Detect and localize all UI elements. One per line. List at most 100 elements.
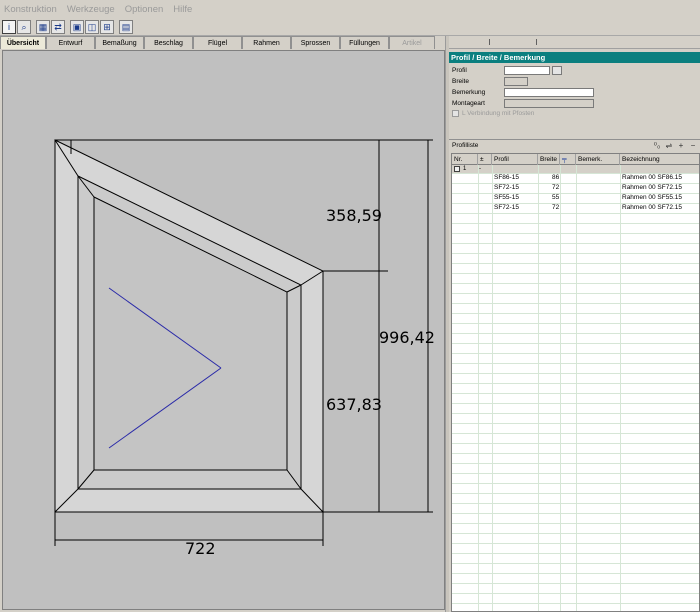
menu-werkzeuge[interactable]: Werkzeuge — [67, 4, 115, 15]
frame-icon[interactable]: ▣ — [70, 20, 84, 34]
table-row[interactable]: SF72-15 72 Rahmen 00 SF72.15 — [452, 204, 699, 214]
application-window: Konstruktion Werkzeuge Optionen Hilfe i … — [0, 0, 700, 612]
row-divider — [452, 233, 699, 234]
row-divider — [452, 393, 699, 394]
row-divider — [452, 383, 699, 384]
row-divider — [452, 463, 699, 464]
cell-breite: 55 — [552, 194, 560, 201]
menu-hilfe[interactable]: Hilfe — [173, 4, 192, 15]
cell-profil: SF72-15 — [494, 204, 519, 211]
row-divider — [452, 553, 699, 554]
menu-konstruktion[interactable]: Konstruktion — [4, 4, 57, 15]
col-profil[interactable]: Profil — [492, 154, 538, 165]
tab-uebersicht[interactable]: Übersicht — [0, 36, 46, 49]
row-divider — [452, 433, 699, 434]
row-divider — [452, 563, 699, 564]
tab-artikel: Artikel — [389, 36, 435, 49]
row-divider — [452, 323, 699, 324]
save-icon[interactable]: ▤ — [119, 20, 133, 34]
col-sign[interactable]: ± — [478, 154, 492, 165]
row-divider — [452, 453, 699, 454]
pfosten-checkbox-label: L Verbindung mit Pfosten — [462, 110, 535, 117]
tab-entwurf[interactable]: Entwurf — [46, 36, 95, 49]
group-sign: - — [479, 166, 481, 172]
row-divider — [452, 503, 699, 504]
row-divider — [452, 333, 699, 334]
row-divider — [452, 403, 699, 404]
col-nr[interactable]: Nr. — [452, 154, 478, 165]
tab-rahmen[interactable]: Rahmen — [242, 36, 291, 49]
row-divider — [452, 273, 699, 274]
row-divider — [452, 353, 699, 354]
row-divider — [452, 223, 699, 224]
col-bemerkung[interactable]: Bemerk. — [576, 154, 620, 165]
expand-icon[interactable] — [454, 166, 460, 172]
breite-label: Breite — [452, 78, 469, 85]
row-divider — [452, 533, 699, 534]
group-nr: 1 — [463, 166, 467, 172]
menu-bar: Konstruktion Werkzeuge Optionen Hilfe — [0, 0, 700, 19]
tab-fluegel[interactable]: Flügel — [193, 36, 242, 49]
dim-lower-label: 637,83 — [326, 395, 382, 414]
row-divider — [452, 423, 699, 424]
row-divider — [452, 543, 699, 544]
cell-profil: SF86-15 — [494, 174, 519, 181]
checkbox-box[interactable] — [452, 110, 459, 117]
tab-beschlag[interactable]: Beschlag — [144, 36, 193, 49]
row-divider — [452, 243, 699, 244]
panel-title: Profil / Breite / Bemerkung — [449, 52, 700, 63]
row-divider — [452, 493, 699, 494]
profil-label: Profil — [452, 67, 467, 74]
tab-fuellungen[interactable]: Füllungen — [340, 36, 389, 49]
cell-bezeichnung: Rahmen 00 SF55.15 — [622, 194, 682, 201]
row-divider — [452, 303, 699, 304]
menu-optionen[interactable]: Optionen — [125, 4, 164, 15]
profilliste-title: Profilliste — [452, 142, 479, 149]
tab-sprossen[interactable]: Sprossen — [291, 36, 340, 49]
col-bezeichnung[interactable]: Bezeichnung — [620, 154, 699, 165]
toggle-icon[interactable]: ⇌ — [664, 141, 674, 151]
zoom-icon[interactable]: ⌕ — [17, 20, 31, 34]
remove-icon[interactable]: − — [688, 141, 698, 151]
montageart-field[interactable] — [504, 99, 594, 108]
cell-profil: SF55-15 — [494, 194, 519, 201]
dim-upper-label: 358,59 — [326, 206, 382, 225]
info-icon[interactable]: i — [2, 20, 16, 34]
row-divider — [452, 413, 699, 414]
grid-icon[interactable]: ⊞ — [100, 20, 114, 34]
cell-bezeichnung: Rahmen 00 SF72.15 — [622, 184, 682, 191]
toolbar: i ⌕ ▦ ⇄ ▣ ◫ ⊞ ▤ — [0, 19, 700, 36]
tab-bar: Übersicht Entwurf Bemaßung Beschlag Flüg… — [0, 36, 445, 49]
row-divider — [452, 583, 699, 584]
pfosten-checkbox[interactable]: L Verbindung mit Pfosten — [452, 110, 534, 117]
tab-bemassung[interactable]: Bemaßung — [95, 36, 144, 49]
profil-picker-button[interactable] — [552, 66, 562, 75]
cell-breite: 72 — [552, 204, 560, 211]
cell-bezeichnung: Rahmen 00 SF72.15 — [622, 204, 682, 211]
mirror-icon[interactable]: ⇄ — [51, 20, 65, 34]
row-divider — [452, 373, 699, 374]
drawing-canvas[interactable]: 358,59 996,42 637,83 722 — [2, 50, 445, 610]
add-icon[interactable]: + — [676, 141, 686, 151]
sort-icon[interactable]: ⁰₀ — [652, 141, 662, 151]
cell-profil: SF72-15 — [494, 184, 519, 191]
montageart-label: Montageart — [452, 100, 485, 107]
cell-bezeichnung: Rahmen 00 SF86.15 — [622, 174, 682, 181]
window-icon[interactable]: ◫ — [85, 20, 99, 34]
profilliste-tools: ⁰₀ ⇌ + − — [650, 141, 698, 151]
bemerkung-field[interactable] — [504, 88, 594, 97]
row-divider — [452, 473, 699, 474]
col-breite[interactable]: Breite — [538, 154, 560, 165]
breite-field[interactable] — [504, 77, 528, 86]
row-divider — [452, 593, 699, 594]
row-divider — [452, 573, 699, 574]
layout-icon[interactable]: ▦ — [36, 20, 50, 34]
profil-table: Nr. ± Profil Breite ╤ Bemerk. Bezeichnun… — [451, 153, 700, 612]
col-filter-icon[interactable]: ╤ — [560, 154, 576, 165]
row-divider — [452, 603, 699, 604]
row-divider — [452, 443, 699, 444]
row-divider — [452, 313, 699, 314]
profilliste-header: Profilliste ⁰₀ ⇌ + − — [449, 139, 700, 152]
dim-total-label: 996,42 — [379, 328, 435, 347]
profil-field[interactable] — [504, 66, 550, 75]
